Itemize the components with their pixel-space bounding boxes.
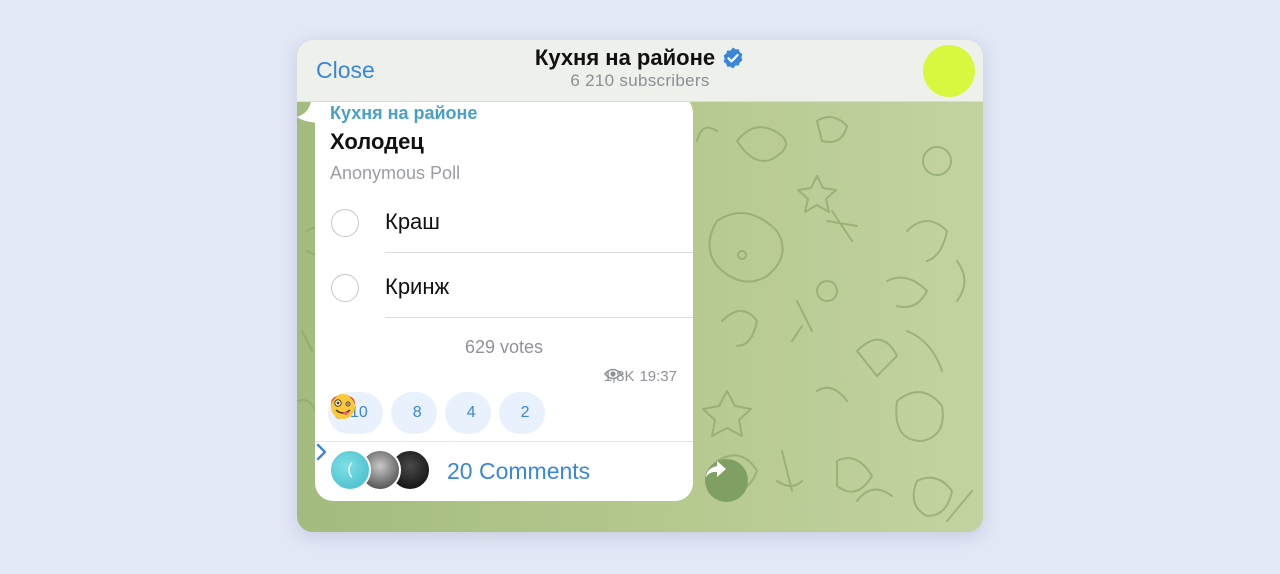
share-arrow-icon [706,461,726,477]
chat-header: Close Кухня на районе 6 210 subscribers [297,40,983,102]
verified-badge-icon [723,47,743,69]
poll-option-label: Краш [385,209,440,234]
radio-circle-icon[interactable] [331,209,359,237]
poll-option-1[interactable]: Краш [315,189,693,253]
reaction-count: 4 [466,404,476,421]
message-sender[interactable]: Кухня на районе [330,103,477,124]
comments-label: 20 Comments [447,458,591,484]
reaction-broken-heart[interactable]: 4 [331,392,491,434]
message-time: 19:37 [639,368,677,385]
reaction-count: 2 [520,404,530,421]
eye-icon [603,368,622,380]
poll-type: Anonymous Poll [330,163,461,183]
poll-message: Кухня на районе Холодец Anonymous Poll К… [315,101,693,501]
chat-background: Кухня на районе Холодец Anonymous Poll К… [297,101,983,532]
channel-avatar[interactable] [923,45,975,97]
forward-button[interactable] [705,459,748,502]
divider [385,252,693,253]
reaction-zany-face[interactable]: 2 [331,392,545,434]
zany-face-icon [331,395,355,419]
poll-option-2[interactable]: Кринж [315,254,693,318]
vote-count: 629 votes [464,337,544,357]
radio-circle-icon[interactable] [331,274,359,302]
chevron-right-icon [316,443,327,461]
comments-button[interactable]: ( 20 Comments [315,442,693,501]
reactions-bar: 10 8 4 2 [328,392,545,434]
poll-question: Холодец [330,129,424,154]
divider [385,317,693,318]
channel-title: Кухня на районе [535,45,745,71]
channel-title-text: Кухня на районе [534,45,716,70]
message-meta: 1,8K 19:37 [603,368,677,385]
poll-option-label: Кринж [385,274,450,299]
channel-title-block[interactable]: Кухня на районе 6 210 subscribers [297,45,983,91]
reaction-count: 8 [412,404,422,421]
commenter-avatar: ( [329,449,371,491]
reaction-thinking-face[interactable]: 8 [331,392,437,434]
chat-window: Close Кухня на районе 6 210 subscribers [297,40,983,532]
subscriber-count: 6 210 subscribers [570,71,710,90]
